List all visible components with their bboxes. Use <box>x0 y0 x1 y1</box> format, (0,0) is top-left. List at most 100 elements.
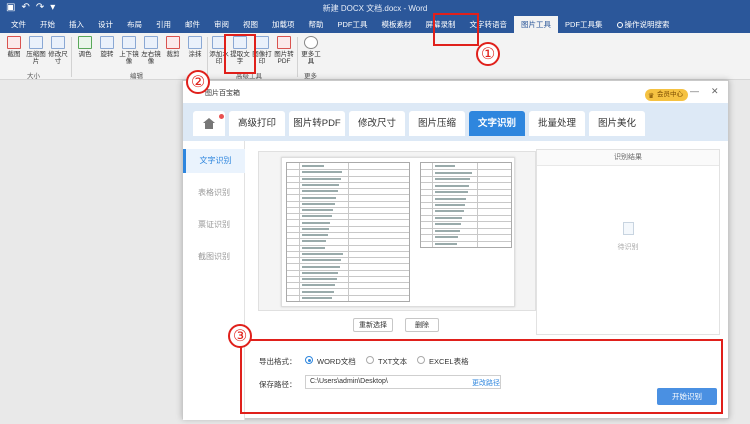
table-cell-text <box>302 271 339 274</box>
lightbulb-icon <box>616 22 623 28</box>
table-row-line <box>421 182 511 184</box>
table-cell-text <box>302 177 341 180</box>
document-title: 新建 DOCX 文档.docx - Word <box>322 4 428 13</box>
table-cell-text <box>302 190 338 193</box>
table-row-line <box>421 214 511 216</box>
ribbon-separator <box>297 37 298 77</box>
sidebar-item-table-ocr[interactable]: 表格识别 <box>183 181 245 205</box>
table-cell-text <box>434 216 463 219</box>
dialog-title: 图片百宝箱 <box>205 90 240 97</box>
table-row-line <box>421 240 511 242</box>
tab-mailings[interactable]: 邮件 <box>178 16 207 33</box>
sidebar-item-text-ocr[interactable]: 文字识别 <box>183 149 245 173</box>
tab-file[interactable]: 文件 <box>4 16 33 33</box>
minimize-icon[interactable]: — <box>690 86 699 96</box>
tab-resize[interactable]: 修改尺寸 <box>349 111 405 136</box>
tab-references[interactable]: 引用 <box>149 16 178 33</box>
table-column-line <box>476 163 478 247</box>
image-to-pdf-button[interactable]: 图片转PDF <box>273 36 295 65</box>
reselect-button[interactable]: 重新选择 <box>353 318 393 332</box>
table-cell-text <box>434 197 467 200</box>
crop-button[interactable]: 裁剪 <box>162 36 184 58</box>
brush-icon <box>188 36 202 49</box>
table-cell-text <box>434 242 457 245</box>
table-column-line <box>431 163 433 247</box>
tell-me-search[interactable]: 操作说明搜索 <box>610 16 677 33</box>
sidebar-item-ticket-ocr[interactable]: 票证识别 <box>183 213 245 237</box>
member-center-button[interactable]: ♛ 会员中心 <box>645 89 688 101</box>
table-row-line <box>421 201 511 203</box>
table-cell-text <box>302 227 330 230</box>
more-tools-label: 更多工具 <box>301 51 321 65</box>
more-tools-button[interactable]: 更多工具 <box>300 36 322 65</box>
tab-compress[interactable]: 图片压缩 <box>409 111 465 136</box>
rotate-button[interactable]: 旋转 <box>96 36 118 58</box>
table-cell-text <box>302 234 328 237</box>
tab-design[interactable]: 设计 <box>91 16 120 33</box>
tab-beautify[interactable]: 图片美化 <box>589 111 645 136</box>
tab-ocr[interactable]: 文字识别 <box>469 111 525 136</box>
tab-templates[interactable]: 模板素材 <box>375 16 419 33</box>
table-cell-text <box>302 202 335 205</box>
group-more-label: 更多 <box>304 73 317 80</box>
flip-vertical-button[interactable]: 上下镜像 <box>118 36 140 65</box>
flip-horizontal-button[interactable]: 左右镜像 <box>140 36 162 65</box>
ribbon: 截图 压缩图片 修改尺寸 大小 调色 旋转 上下镜像 左右镜像 裁剪 涂抹 编辑… <box>0 33 750 80</box>
tab-insert[interactable]: 插入 <box>62 16 91 33</box>
resize-button[interactable]: 修改尺寸 <box>47 36 69 65</box>
preview-table-right <box>420 162 512 248</box>
table-cell-text <box>302 290 334 293</box>
screenshot-label: 截图 <box>7 51 21 58</box>
annotation-marker-1: ① <box>476 42 500 66</box>
tab-advanced-print[interactable]: 高级打印 <box>229 111 285 136</box>
delete-button[interactable]: 删除 <box>405 318 439 332</box>
smear-button[interactable]: 涂抹 <box>184 36 206 58</box>
tab-home[interactable]: 开始 <box>33 16 62 33</box>
table-cell-text <box>302 165 325 168</box>
tab-layout[interactable]: 布局 <box>120 16 149 33</box>
rotate-icon <box>100 36 114 49</box>
table-cell-text <box>302 259 342 262</box>
highlight-extract-text <box>224 34 256 74</box>
smear-label: 涂抹 <box>188 51 202 58</box>
ribbon-separator <box>71 37 72 77</box>
close-icon[interactable]: ✕ <box>711 86 719 97</box>
resize-label: 修改尺寸 <box>48 51 68 65</box>
tab-picture-tools[interactable]: 图片工具 <box>514 16 558 33</box>
tab-image-to-pdf[interactable]: 图片转PDF <box>289 111 345 136</box>
screenshot-button[interactable]: 截图 <box>3 36 25 58</box>
table-cell-text <box>302 209 334 212</box>
table-row-line <box>421 195 511 197</box>
ocr-result-panel: 识别结果 待识别 <box>536 149 720 335</box>
highlight-export-settings <box>240 339 723 414</box>
table-cell-text <box>434 236 459 239</box>
color-adjust-button[interactable]: 调色 <box>74 36 96 58</box>
tab-addins[interactable]: 加载项 <box>265 16 302 33</box>
home-tab[interactable] <box>193 111 225 136</box>
tab-help[interactable]: 帮助 <box>302 16 331 33</box>
sidebar-item-screenshot-ocr[interactable]: 截图识别 <box>183 245 245 269</box>
tab-review[interactable]: 审阅 <box>207 16 236 33</box>
table-cell-text <box>302 296 333 299</box>
tab-view[interactable]: 视图 <box>236 16 265 33</box>
table-cell-text <box>302 252 343 255</box>
tab-pdf-tools[interactable]: PDF工具 <box>331 16 375 33</box>
crop-label: 裁剪 <box>166 51 180 58</box>
table-cell-text <box>302 284 336 287</box>
table-cell-text <box>302 196 337 199</box>
preview-table-left <box>286 162 410 302</box>
image-to-pdf-label: 图片转PDF <box>274 51 294 65</box>
compress-image-button[interactable]: 压缩图片 <box>25 36 47 65</box>
document-placeholder-icon <box>623 222 634 235</box>
table-row-line <box>421 188 511 190</box>
table-cell-text <box>302 265 340 268</box>
tab-pdf-toolset[interactable]: PDF工具集 <box>558 16 610 33</box>
table-row-line <box>421 175 511 177</box>
image-preview <box>258 151 536 311</box>
table-row-line <box>421 221 511 223</box>
palette-icon <box>78 36 92 49</box>
tab-batch[interactable]: 批量处理 <box>529 111 585 136</box>
tell-me-label: 操作说明搜索 <box>624 20 670 29</box>
table-cell-text <box>434 191 468 194</box>
table-cell-text <box>302 240 327 243</box>
